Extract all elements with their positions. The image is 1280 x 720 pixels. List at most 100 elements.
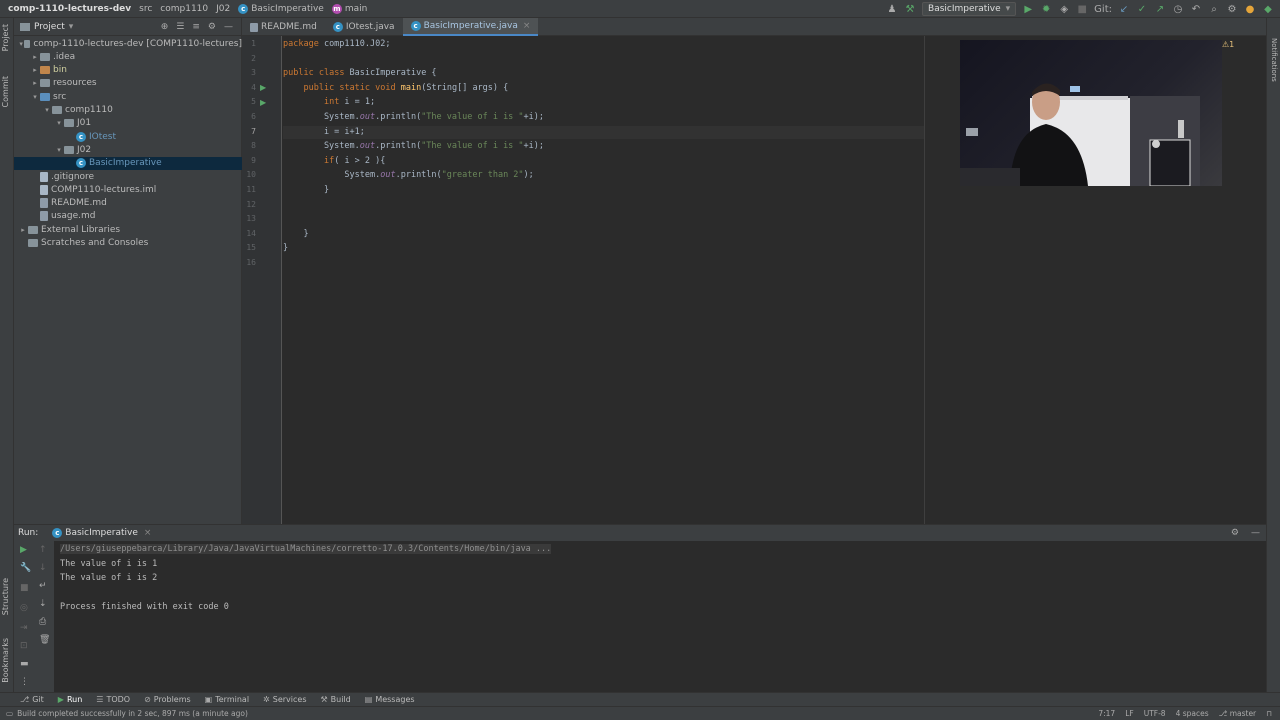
layout-icon[interactable]: ▬ — [20, 659, 29, 669]
tool-messages[interactable]: ▤ Messages — [365, 695, 415, 704]
tree-item[interactable]: ▾ comp1110 — [14, 104, 242, 117]
git-rollback-icon[interactable]: ↶ — [1190, 4, 1202, 15]
rerun-icon[interactable]: ▶ — [20, 545, 27, 555]
hide-icon[interactable]: — — [224, 22, 233, 32]
chevron-down-icon[interactable]: ▾ — [54, 119, 64, 127]
collapse-all-icon[interactable]: ≡ — [192, 22, 200, 32]
status-toggle-icon[interactable]: ▭ — [6, 709, 13, 718]
chevron-down-icon[interactable]: ▾ — [30, 93, 40, 101]
gear-icon[interactable]: ⚙ — [208, 22, 216, 32]
breadcrumb-method[interactable]: m main — [328, 0, 372, 18]
code-line[interactable]: if( i > 2 ){ — [283, 155, 385, 168]
status-message[interactable]: Build completed successfully in 2 sec, 8… — [17, 709, 248, 718]
debug-icon[interactable]: ✹ — [1040, 4, 1052, 15]
git-branch[interactable]: ⎇ master — [1219, 709, 1256, 718]
breadcrumb-src[interactable]: src — [135, 0, 156, 18]
chevron-down-icon[interactable]: ▾ — [54, 146, 64, 154]
git-history-icon[interactable]: ◷ — [1172, 4, 1184, 15]
trash-icon[interactable]: 🗑 — [39, 635, 50, 645]
tool-run[interactable]: ▶ Run — [58, 695, 83, 704]
line-number[interactable]: 13 — [242, 214, 256, 223]
tree-item[interactable]: c BasicImperative — [14, 156, 242, 170]
git-update-icon[interactable]: ↙ — [1118, 4, 1130, 15]
up-icon[interactable]: ↑ — [39, 545, 47, 555]
tool-window-commit[interactable]: Commit — [1, 76, 10, 107]
line-number[interactable]: 9 — [242, 156, 256, 165]
breadcrumb-comp1110[interactable]: comp1110 — [156, 0, 212, 18]
breadcrumb-class[interactable]: c BasicImperative — [234, 0, 328, 18]
coverage-icon[interactable]: ◈ — [1058, 4, 1070, 15]
line-number[interactable]: 1 — [242, 39, 256, 48]
line-number[interactable]: 3 — [242, 68, 256, 77]
code-line[interactable]: System.out.println("The value of i is "+… — [283, 140, 544, 153]
hide-icon[interactable]: — — [1251, 528, 1260, 538]
line-number[interactable]: 6 — [242, 112, 256, 121]
stop-icon[interactable]: ■ — [1076, 4, 1088, 15]
indent-setting[interactable]: 4 spaces — [1176, 709, 1209, 718]
line-number[interactable]: 12 — [242, 200, 256, 209]
restore-layout-icon[interactable]: ⊡ — [20, 641, 28, 651]
code-line[interactable]: } — [283, 242, 288, 255]
warning-indicator[interactable]: ⚠1 — [1222, 40, 1234, 49]
lock-icon[interactable]: ⊓ — [1266, 709, 1272, 718]
code-line[interactable]: } — [283, 228, 308, 241]
editor-tab[interactable]: README.md — [242, 18, 325, 36]
tree-item[interactable]: ▸ resources — [14, 77, 242, 90]
code-line[interactable]: System.out.println("The value of i is "+… — [283, 111, 544, 124]
run-class-gutter-icon[interactable]: ▶ — [260, 83, 266, 92]
exit-icon[interactable]: ⇥ — [20, 623, 28, 633]
scroll-to-end-icon[interactable]: ⇣ — [39, 599, 47, 609]
tool-services[interactable]: ✲ Services — [263, 695, 306, 704]
breadcrumb-project[interactable]: comp-1110-lectures-dev — [0, 0, 135, 18]
close-icon[interactable]: × — [523, 21, 531, 31]
chevron-right-icon[interactable]: ▸ — [30, 66, 40, 74]
code-line[interactable]: public static void main(String[] args) { — [283, 82, 508, 95]
tree-item[interactable]: c IOtest — [14, 130, 242, 143]
line-number[interactable]: 10 — [242, 170, 256, 179]
code-line[interactable]: } — [283, 184, 329, 197]
locate-icon[interactable]: ⊕ — [161, 22, 169, 32]
editor-tab[interactable]: c IOtest.java — [325, 18, 403, 36]
chevron-down-icon[interactable]: ▾ — [69, 22, 74, 32]
line-number[interactable]: 8 — [242, 141, 256, 150]
build-hammer-icon[interactable]: ⚒ — [904, 4, 916, 15]
code-line[interactable]: public class BasicImperative { — [283, 67, 437, 80]
file-encoding[interactable]: UTF-8 — [1144, 709, 1166, 718]
soft-wrap-icon[interactable]: ↵ — [39, 581, 47, 591]
down-icon[interactable]: ↓ — [39, 563, 47, 573]
update-icon[interactable]: ● — [1244, 4, 1256, 15]
pin-icon[interactable]: ⋮ — [20, 677, 29, 687]
tree-item[interactable]: README.md — [14, 197, 242, 210]
git-commit-icon[interactable]: ✓ — [1136, 4, 1148, 15]
tree-item[interactable]: ▸ .idea — [14, 50, 242, 63]
settings-icon[interactable]: ⚙ — [1226, 4, 1238, 15]
tree-item[interactable]: ▾ comp-1110-lectures-dev [COMP1110-lectur… — [14, 37, 242, 50]
run-config-select[interactable]: BasicImperative ▾ — [922, 2, 1017, 16]
line-number[interactable]: 2 — [242, 54, 256, 63]
chevron-down-icon[interactable]: ▾ — [42, 106, 52, 114]
tree-item[interactable]: .gitignore — [14, 170, 242, 183]
close-icon[interactable]: × — [144, 528, 152, 538]
tree-item[interactable]: usage.md — [14, 210, 242, 223]
chevron-right-icon[interactable]: ▸ — [30, 79, 40, 87]
line-number[interactable]: 15 — [242, 243, 256, 252]
run-icon[interactable]: ▶ — [1022, 4, 1034, 15]
tree-item[interactable]: ▾ src — [14, 90, 242, 103]
tool-problems[interactable]: ⊘ Problems — [144, 695, 191, 704]
wrench-icon[interactable]: 🔧 — [20, 563, 31, 573]
line-separator[interactable]: LF — [1125, 709, 1134, 718]
tree-item[interactable]: ▾ J02 — [14, 143, 242, 156]
tree-item[interactable]: COMP1110-lectures.iml — [14, 183, 242, 196]
tool-terminal[interactable]: ▣ Terminal — [205, 695, 249, 704]
code-line[interactable]: int i = 1; — [283, 96, 375, 109]
code-line[interactable]: System.out.println("greater than 2"); — [283, 169, 533, 182]
expand-all-icon[interactable]: ☰ — [176, 22, 184, 32]
tree-item[interactable]: ▾ J01 — [14, 117, 242, 130]
line-number[interactable]: 11 — [242, 185, 256, 194]
tool-window-notifications[interactable]: Notifications — [1270, 38, 1278, 82]
tree-item[interactable]: ▸ External Libraries — [14, 223, 242, 236]
code-line[interactable]: package comp1110.J02; — [283, 38, 390, 51]
gear-icon[interactable]: ⚙ — [1231, 528, 1239, 538]
tool-build[interactable]: ⚒ Build — [320, 695, 350, 704]
git-push-icon[interactable]: ↗ — [1154, 4, 1166, 15]
